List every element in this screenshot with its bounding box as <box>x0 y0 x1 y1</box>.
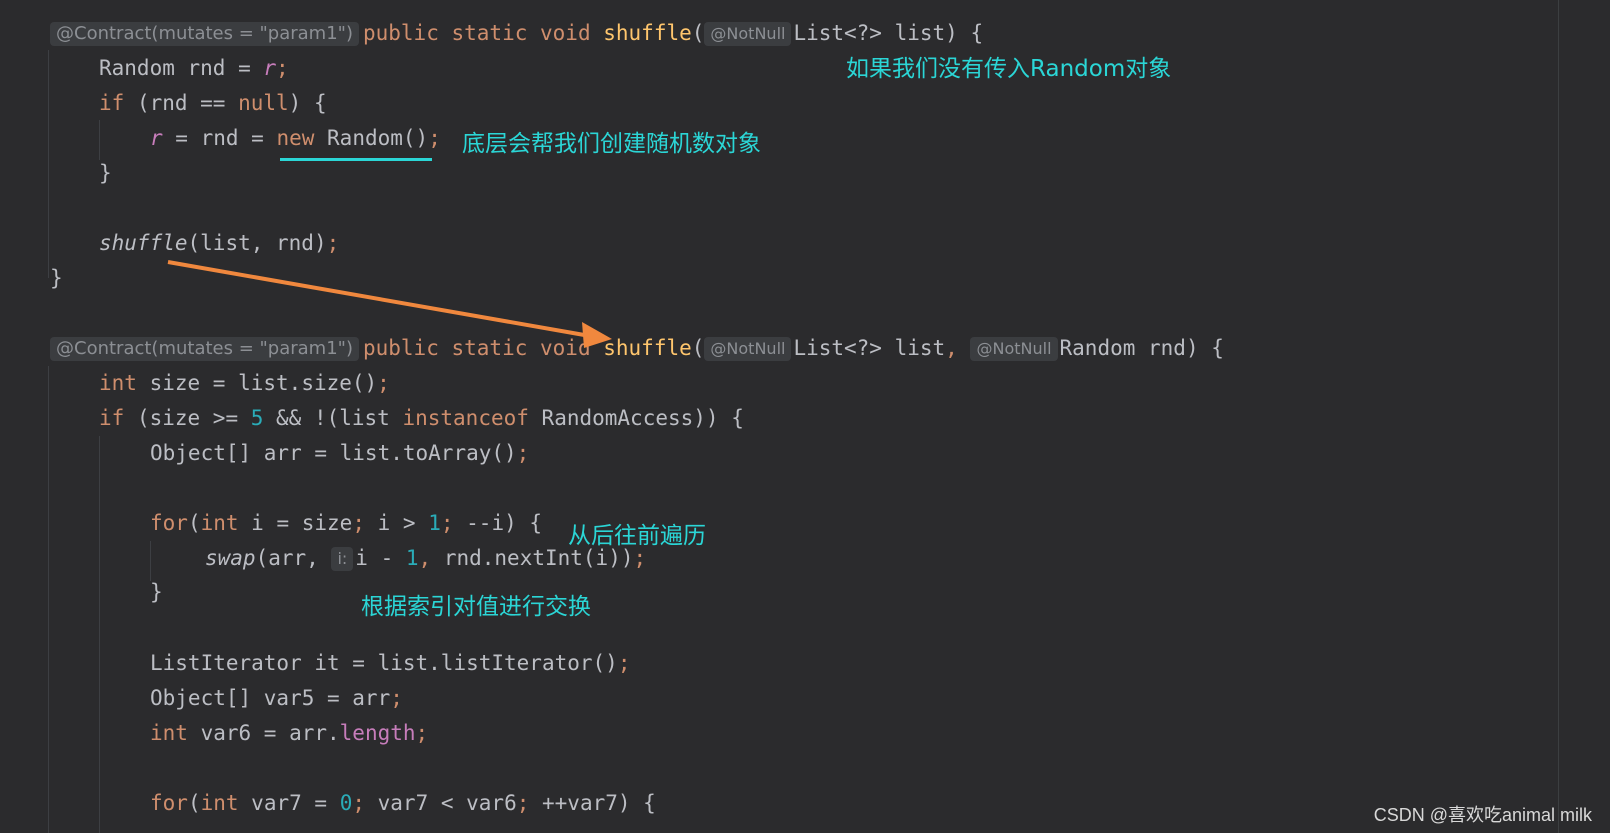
code-line[interactable]: if (rnd == null) { <box>99 88 327 118</box>
code-line[interactable]: for(int var7 = 0; var7 < var6; ++var7) { <box>150 788 656 818</box>
code-line[interactable]: @Contract(mutates = "param1") public stat… <box>50 333 1224 363</box>
code-line[interactable]: Object[] arr = list.toArray(); <box>150 438 529 468</box>
code-line[interactable]: for(int i = size; i > 1; --i) { <box>150 508 542 538</box>
method-name[interactable]: shuffle <box>603 336 692 360</box>
notnull-hint: @NotNull <box>704 22 792 46</box>
notnull-hint: @NotNull <box>970 337 1058 361</box>
code-line[interactable]: ListIterator it = list.listIterator(); <box>150 648 630 678</box>
highlight-underline <box>280 158 432 161</box>
indent-guide <box>48 366 49 833</box>
code-line[interactable]: int size = list.size(); <box>99 368 390 398</box>
annotation-reverse-iteration: 从后往前遍历 <box>568 523 706 549</box>
code-line[interactable]: Object[] var5 = arr; <box>150 683 403 713</box>
annotation-create-random: 底层会帮我们创建随机数对象 <box>462 131 761 157</box>
code-line[interactable]: Random rnd = r; <box>99 53 289 83</box>
indent-guide <box>99 436 100 833</box>
index-param-hint: i: <box>331 547 354 571</box>
annotation-swap-values: 根据索引对值进行交换 <box>361 594 591 620</box>
code-line[interactable]: if (size >= 5 && !(list instanceof Rando… <box>99 403 744 433</box>
code-line[interactable]: r = rnd = new Random(); <box>150 123 441 153</box>
arrow-line <box>167 260 591 338</box>
code-line[interactable]: shuffle(list, rnd); <box>99 228 339 258</box>
code-line[interactable]: } <box>50 263 63 293</box>
indent-guide <box>48 50 49 278</box>
shuffle-call[interactable]: shuffle <box>99 231 188 255</box>
code-editor[interactable]: @Contract(mutates = "param1") public stat… <box>0 0 1610 833</box>
watermark: CSDN @喜欢吃animal milk <box>1373 805 1592 825</box>
contract-hint: @Contract(mutates = "param1") <box>50 22 359 46</box>
indent-guide <box>99 120 100 160</box>
code-line[interactable]: @Contract(mutates = "param1") public stat… <box>50 18 983 48</box>
annotation-no-random: 如果我们没有传入Random对象 <box>846 56 1172 82</box>
code-line[interactable]: } <box>99 158 112 188</box>
swap-call[interactable]: swap <box>205 546 256 570</box>
code-line[interactable]: } <box>150 577 163 607</box>
notnull-hint: @NotNull <box>704 337 792 361</box>
indent-guide <box>150 541 151 581</box>
method-name[interactable]: shuffle <box>603 21 692 45</box>
right-margin-guide <box>1558 0 1559 833</box>
code-line[interactable]: int var6 = arr.length; <box>150 718 428 748</box>
contract-hint: @Contract(mutates = "param1") <box>50 337 359 361</box>
